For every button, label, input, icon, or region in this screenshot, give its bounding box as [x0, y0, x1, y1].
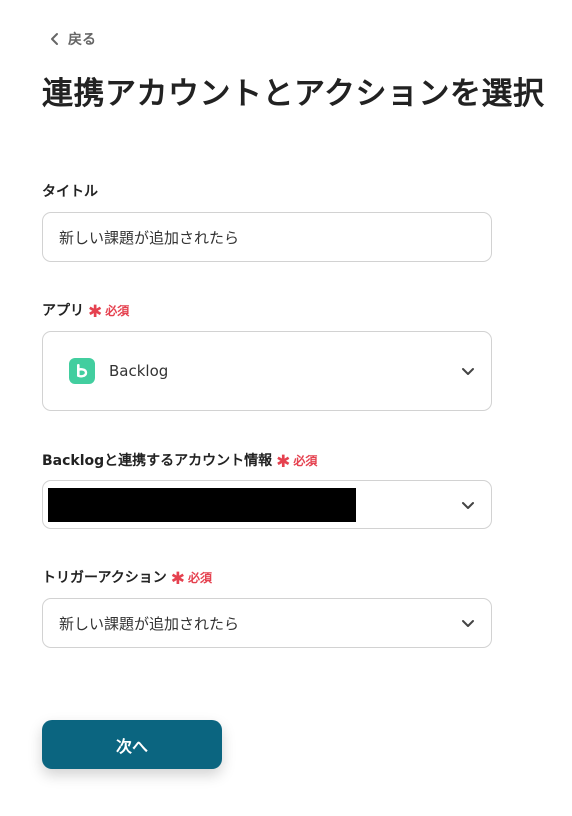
next-button[interactable]: 次へ	[42, 720, 222, 769]
trigger-select[interactable]: 新しい課題が追加されたら	[42, 598, 492, 648]
title-field-label: タイトル	[42, 181, 98, 201]
title-input-value: 新しい課題が追加されたら	[59, 228, 240, 247]
required-asterisk-icon: ✱	[88, 301, 103, 322]
app-field-label: アプリ ✱ 必須	[42, 300, 129, 320]
chevron-down-icon	[462, 620, 474, 627]
title-label-text: タイトル	[42, 184, 98, 200]
next-button-label: 次へ	[115, 736, 148, 756]
app-label-text: アプリ	[42, 303, 84, 319]
backlog-logo-icon	[69, 358, 95, 384]
required-asterisk-icon: ✱	[170, 568, 185, 589]
chevron-down-icon	[462, 501, 474, 509]
trigger-select-value: 新しい課題が追加されたら	[59, 614, 240, 633]
title-input[interactable]: 新しい課題が追加されたら	[42, 212, 492, 262]
account-field-label: Backlogと連携するアカウント情報 ✱ 必須	[42, 450, 317, 470]
chevron-down-icon	[462, 368, 474, 375]
required-text: 必須	[188, 570, 213, 585]
trigger-field-label: トリガーアクション ✱ 必須	[42, 567, 212, 587]
app-select-value: Backlog	[109, 362, 169, 380]
back-link[interactable]: 戻る	[48, 29, 96, 49]
required-text: 必須	[293, 453, 318, 468]
required-asterisk-icon: ✱	[276, 451, 291, 472]
account-select[interactable]	[42, 480, 492, 529]
required-marker: ✱ 必須	[88, 301, 130, 322]
required-text: 必須	[105, 303, 130, 318]
chevron-left-icon	[51, 33, 58, 45]
required-marker: ✱ 必須	[170, 568, 213, 589]
back-label: 戻る	[68, 32, 96, 48]
trigger-label-text: トリガーアクション	[42, 570, 167, 586]
page-title: 連携アカウントとアクションを選択	[42, 76, 545, 112]
account-label-text: Backlogと連携するアカウント情報	[42, 453, 273, 469]
required-marker: ✱ 必須	[276, 451, 318, 472]
app-select[interactable]: Backlog	[42, 331, 492, 411]
redacted-account-value	[48, 488, 356, 522]
